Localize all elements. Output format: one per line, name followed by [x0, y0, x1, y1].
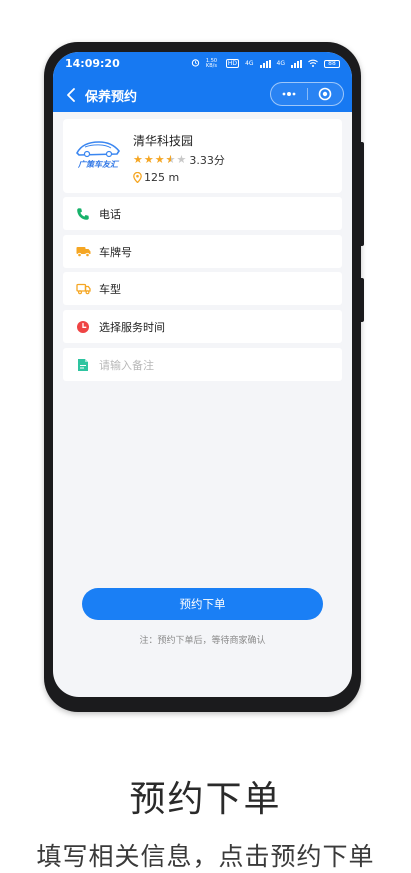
car-model-field[interactable]: 车型	[63, 272, 342, 305]
page-title: 保养预约	[85, 90, 138, 105]
star-icon: ★	[133, 153, 143, 166]
half-star-icon: ★★	[165, 153, 176, 166]
chevron-left-icon	[67, 88, 75, 102]
shop-card[interactable]: 广策车友汇 清华科技园 ★ ★ ★ ★★ ★ 3.33分 125 m	[63, 119, 342, 193]
location-pin-icon	[133, 172, 142, 183]
rating-stars: ★ ★ ★ ★★ ★ 3.33分	[133, 152, 225, 168]
shop-distance: 125 m	[133, 171, 179, 184]
truck-icon	[75, 244, 91, 260]
caption-title: 预约下单	[129, 779, 282, 820]
signal-icon	[291, 59, 302, 68]
close-mini-program-button[interactable]	[308, 83, 344, 105]
volume-button	[359, 142, 364, 246]
mini-program-capsule	[270, 82, 344, 106]
sim2-label: 4G	[276, 60, 285, 67]
shop-name: 清华科技园	[133, 134, 194, 148]
sim1-label: 4G	[245, 60, 254, 67]
remark-input[interactable]: 请输入备注	[63, 348, 342, 381]
phone-icon	[75, 206, 91, 222]
back-button[interactable]	[63, 86, 79, 104]
document-icon	[75, 357, 91, 373]
shop-logo: 广策车友汇	[73, 137, 123, 175]
plate-number-field[interactable]: 车牌号	[63, 235, 342, 268]
phone-screen: 14:09:20 1.50 KB/s HD 4G 4G 88 保养预约 广策车友…	[53, 52, 352, 697]
remark-placeholder: 请输入备注	[99, 358, 154, 372]
service-time-label: 选择服务时间	[99, 320, 165, 334]
logo-text: 广策车友汇	[78, 160, 118, 169]
target-icon	[318, 87, 332, 101]
alarm-icon	[191, 58, 200, 69]
phone-field[interactable]: 电话	[63, 197, 342, 230]
wifi-icon	[308, 59, 318, 69]
star-icon: ★	[154, 153, 165, 166]
app-header: 14:09:20 1.50 KB/s HD 4G 4G 88 保养预约	[53, 52, 352, 112]
submit-note: 注：预约下单后，等待商家确认	[139, 636, 266, 646]
status-icons: 1.50 KB/s HD 4G 4G 88	[191, 58, 340, 69]
car-model-label: 车型	[99, 282, 121, 296]
caption-subtitle: 填写相关信息，点击预约下单	[36, 842, 375, 871]
signal-icon	[259, 59, 271, 68]
star-icon: ★	[143, 153, 154, 166]
submit-order-button[interactable]: 预约下单	[82, 588, 323, 620]
power-button	[359, 278, 364, 322]
more-button[interactable]	[271, 83, 307, 105]
phone-label: 电话	[99, 207, 121, 221]
battery-icon: 88	[324, 59, 340, 68]
rating-score: 3.33分	[189, 154, 225, 167]
plate-number-label: 车牌号	[99, 245, 132, 259]
star-icon: ★	[176, 153, 187, 166]
car-outline-icon	[75, 281, 91, 297]
net-speed: 1.50 KB/s	[205, 57, 218, 69]
more-dots-icon	[282, 92, 296, 96]
promo-page: 14:09:20 1.50 KB/s HD 4G 4G 88 保养预约 广策车友…	[0, 0, 411, 873]
hd-badge: HD	[225, 59, 240, 68]
distance-value: 125 m	[144, 171, 180, 184]
service-time-field[interactable]: 选择服务时间	[63, 310, 342, 343]
clock-icon	[75, 319, 91, 335]
status-time: 14:09:20	[65, 57, 120, 70]
